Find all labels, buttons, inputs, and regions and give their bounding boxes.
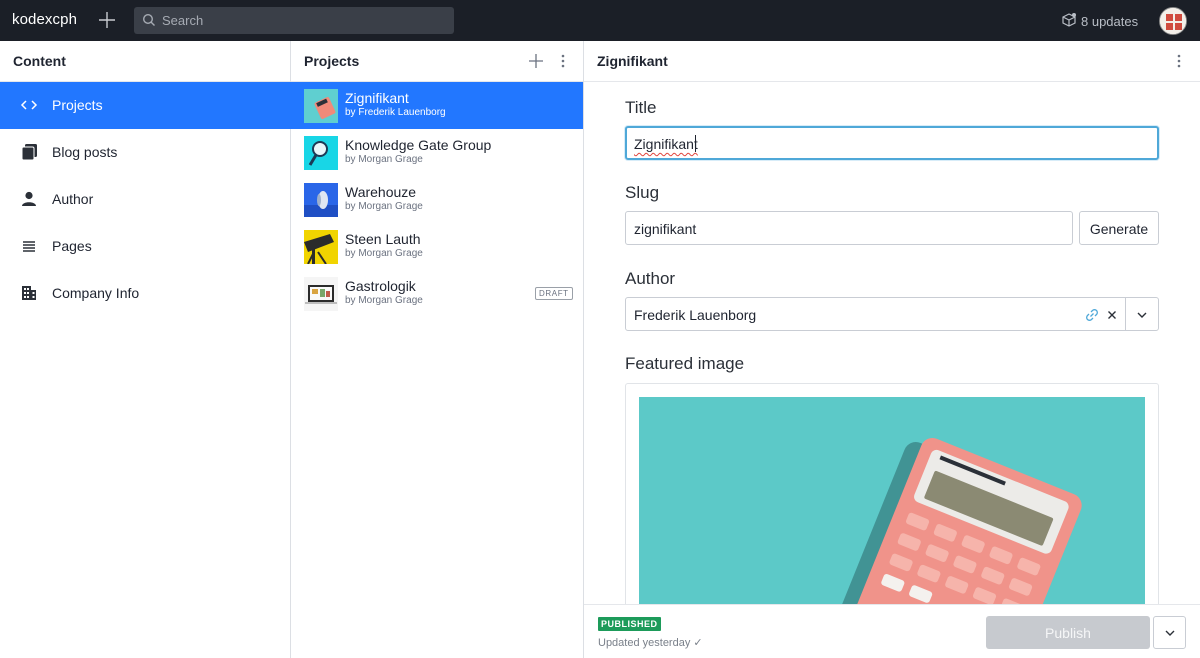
documents-icon xyxy=(21,144,37,161)
featured-image-field[interactable] xyxy=(625,383,1159,623)
projects-pane-header: Projects xyxy=(291,41,583,82)
slug-field-label: Slug xyxy=(625,183,660,202)
building-icon xyxy=(22,286,36,300)
new-document-icon[interactable] xyxy=(97,10,117,30)
editor-pane-header: Zignifikant xyxy=(584,41,1200,82)
content-pane: Content Projects Blog posts Author Pages xyxy=(0,41,291,658)
generate-button-label: Generate xyxy=(1089,221,1149,237)
brand-name[interactable]: kodexcph xyxy=(12,11,77,28)
warehouse-thumbnail-icon xyxy=(304,183,338,217)
nav-item-blog-posts[interactable]: Blog posts xyxy=(0,129,291,176)
project-title: Steen Lauth xyxy=(345,231,421,247)
author-field-label: Author xyxy=(625,269,676,288)
avatar[interactable] xyxy=(1159,7,1187,35)
slug-field[interactable]: zignifikant xyxy=(625,211,1073,245)
search-input[interactable]: Search xyxy=(134,7,454,34)
link-icon[interactable] xyxy=(1085,308,1099,322)
project-item-zignifikant[interactable]: Zignifikant by Frederik Lauenborg xyxy=(291,82,583,129)
nav-item-label: Projects xyxy=(52,97,103,113)
project-item-knowledge-gate-group[interactable]: Knowledge Gate Group by Morgan Grage xyxy=(291,129,583,176)
title-field-label: Title xyxy=(625,98,657,117)
generate-slug-button[interactable]: Generate xyxy=(1079,211,1159,245)
laptop-thumbnail-icon xyxy=(304,277,338,311)
projects-pane: Projects Zignifikant by Frederik Lauenbo… xyxy=(291,41,584,658)
project-thumbnail xyxy=(304,183,338,217)
chevron-down-icon xyxy=(1165,630,1175,636)
project-author: by Morgan Grage xyxy=(345,201,423,212)
project-title: Warehouze xyxy=(345,184,417,200)
project-thumbnail xyxy=(304,230,338,264)
publish-button-label: Publish xyxy=(1045,625,1091,641)
project-author: by Morgan Grage xyxy=(345,295,423,306)
project-title: Zignifikant xyxy=(345,90,409,106)
search-placeholder: Search xyxy=(162,13,204,28)
author-reference-field[interactable]: Frederik Lauenborg xyxy=(625,297,1159,331)
nav-item-company-info[interactable]: Company Info xyxy=(0,270,291,317)
nav-item-label: Author xyxy=(52,191,94,207)
nav-item-pages[interactable]: Pages xyxy=(0,223,291,270)
project-author: by Morgan Grage xyxy=(345,248,423,259)
nav-item-author[interactable]: Author xyxy=(0,176,291,223)
user-icon xyxy=(22,191,36,206)
nav-item-label: Pages xyxy=(52,238,92,254)
project-title: Knowledge Gate Group xyxy=(345,137,492,153)
nav-item-label: Company Info xyxy=(52,285,140,301)
project-author: by Morgan Grage xyxy=(345,154,423,165)
nav-item-projects[interactable]: Projects xyxy=(0,82,291,129)
more-options-icon[interactable] xyxy=(554,52,572,70)
content-pane-title: Content xyxy=(13,53,66,69)
calculator-image xyxy=(639,397,1145,622)
projects-pane-title: Projects xyxy=(304,53,360,69)
code-icon xyxy=(20,100,38,110)
document-title: Zignifikant xyxy=(597,53,668,69)
project-item-gastrologik[interactable]: Gastrologik by Morgan Grage DRAFT xyxy=(291,270,583,317)
project-title: Gastrologik xyxy=(345,278,416,294)
field-divider xyxy=(1125,298,1126,330)
calculator-thumbnail-icon xyxy=(304,89,338,123)
nav-item-label: Blog posts xyxy=(52,144,118,160)
slug-field-value: zignifikant xyxy=(634,221,697,237)
more-options-icon[interactable] xyxy=(1170,52,1188,70)
published-badge: PUBLISHED xyxy=(598,617,661,631)
featured-image-label: Featured image xyxy=(625,354,745,373)
list-icon xyxy=(23,241,35,252)
chevron-down-icon[interactable] xyxy=(1135,308,1149,322)
magnifier-thumbnail-icon xyxy=(304,136,338,170)
title-field[interactable]: Zignifikant xyxy=(625,126,1159,160)
text-caret xyxy=(695,135,696,152)
top-bar: kodexcph Search 8 updates xyxy=(0,0,1200,41)
author-field-value: Frederik Lauenborg xyxy=(634,307,757,323)
updates-count: 8 updates xyxy=(1081,14,1139,29)
project-author: by Frederik Lauenborg xyxy=(345,107,446,118)
draft-badge: DRAFT xyxy=(535,287,573,300)
project-thumbnail xyxy=(304,136,338,170)
project-item-warehouze[interactable]: Warehouze by Morgan Grage xyxy=(291,176,583,223)
updated-status: Updated yesterday ✓ xyxy=(598,637,703,649)
publish-menu-button[interactable] xyxy=(1153,616,1186,649)
clear-icon[interactable] xyxy=(1105,308,1119,322)
add-project-icon[interactable] xyxy=(527,52,545,70)
package-icon xyxy=(1062,13,1076,27)
project-item-steen-lauth[interactable]: Steen Lauth by Morgan Grage xyxy=(291,223,583,270)
content-pane-header: Content xyxy=(0,41,290,82)
avatar-logo-icon xyxy=(1160,8,1186,34)
project-thumbnail xyxy=(304,277,338,311)
document-footer: PUBLISHED Updated yesterday ✓ Publish xyxy=(584,604,1200,658)
publish-button[interactable]: Publish xyxy=(986,616,1150,649)
title-field-value: Zignifikant xyxy=(634,136,698,152)
search-icon xyxy=(142,13,155,26)
camera-thumbnail-icon xyxy=(304,230,338,264)
editor-pane: Zignifikant Title Zignifikant Slug zigni… xyxy=(584,41,1200,658)
project-thumbnail xyxy=(304,89,338,123)
